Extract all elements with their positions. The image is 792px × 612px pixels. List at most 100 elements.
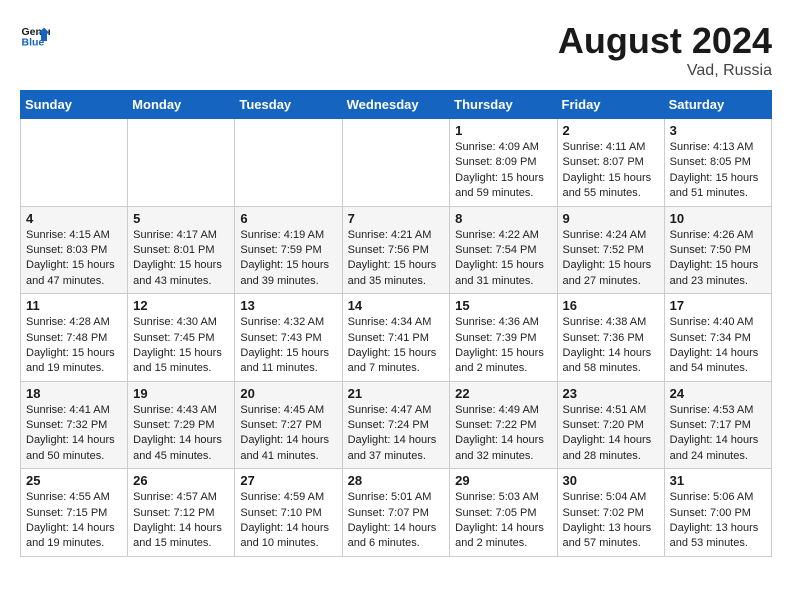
- day-of-week-header: Friday: [557, 91, 664, 119]
- day-info: Sunrise: 4:34 AM Sunset: 7:41 PM Dayligh…: [348, 315, 445, 377]
- day-info: Sunrise: 4:28 AM Sunset: 7:48 PM Dayligh…: [26, 315, 122, 377]
- day-info: Sunrise: 4:51 AM Sunset: 7:20 PM Dayligh…: [563, 403, 659, 465]
- day-info: Sunrise: 5:01 AM Sunset: 7:07 PM Dayligh…: [348, 490, 445, 552]
- calendar-cell: 6 Sunrise: 4:19 AM Sunset: 7:59 PM Daylig…: [235, 206, 342, 294]
- day-info: Sunrise: 5:03 AM Sunset: 7:05 PM Dayligh…: [455, 490, 551, 552]
- day-number: 10: [670, 211, 766, 226]
- calendar-cell: 12 Sunrise: 4:30 AM Sunset: 7:45 PM Dayli…: [128, 294, 235, 382]
- location-subtitle: Vad, Russia: [558, 62, 772, 80]
- day-info: Sunrise: 4:57 AM Sunset: 7:12 PM Dayligh…: [133, 490, 229, 552]
- day-number: 22: [455, 386, 551, 401]
- day-info: Sunrise: 4:15 AM Sunset: 8:03 PM Dayligh…: [26, 228, 122, 290]
- day-info: Sunrise: 4:13 AM Sunset: 8:05 PM Dayligh…: [670, 140, 766, 202]
- day-info: Sunrise: 4:47 AM Sunset: 7:24 PM Dayligh…: [348, 403, 445, 465]
- day-number: 25: [26, 473, 122, 488]
- day-number: 2: [563, 123, 659, 138]
- day-number: 4: [26, 211, 122, 226]
- day-number: 27: [240, 473, 336, 488]
- day-number: 14: [348, 298, 445, 313]
- day-number: 30: [563, 473, 659, 488]
- day-number: 16: [563, 298, 659, 313]
- day-of-week-header: Tuesday: [235, 91, 342, 119]
- calendar-header-row: SundayMondayTuesdayWednesdayThursdayFrid…: [21, 91, 772, 119]
- day-info: Sunrise: 4:32 AM Sunset: 7:43 PM Dayligh…: [240, 315, 336, 377]
- day-number: 24: [670, 386, 766, 401]
- svg-text:Blue: Blue: [22, 37, 45, 49]
- day-of-week-header: Sunday: [21, 91, 128, 119]
- calendar-cell: 3 Sunrise: 4:13 AM Sunset: 8:05 PM Daylig…: [664, 119, 771, 207]
- day-number: 26: [133, 473, 229, 488]
- day-of-week-header: Monday: [128, 91, 235, 119]
- day-number: 13: [240, 298, 336, 313]
- calendar-cell: 15 Sunrise: 4:36 AM Sunset: 7:39 PM Dayli…: [450, 294, 557, 382]
- logo: General Blue: [20, 20, 50, 50]
- calendar-week-row: 1Sunrise: 4:09 AM Sunset: 8:09 PM Daylig…: [21, 119, 772, 207]
- day-number: 12: [133, 298, 229, 313]
- day-number: 7: [348, 211, 445, 226]
- day-info: Sunrise: 4:43 AM Sunset: 7:29 PM Dayligh…: [133, 403, 229, 465]
- day-number: 23: [563, 386, 659, 401]
- calendar-cell: 9 Sunrise: 4:24 AM Sunset: 7:52 PM Daylig…: [557, 206, 664, 294]
- calendar-cell: 2 Sunrise: 4:11 AM Sunset: 8:07 PM Daylig…: [557, 119, 664, 207]
- day-number: 3: [670, 123, 766, 138]
- calendar-cell: 29 Sunrise: 5:03 AM Sunset: 7:05 PM Dayli…: [450, 469, 557, 557]
- day-info: Sunrise: 4:30 AM Sunset: 7:45 PM Dayligh…: [133, 315, 229, 377]
- calendar-cell: 27 Sunrise: 4:59 AM Sunset: 7:10 PM Dayli…: [235, 469, 342, 557]
- day-number: 8: [455, 211, 551, 226]
- day-info: Sunrise: 4:11 AM Sunset: 8:07 PM Dayligh…: [563, 140, 659, 202]
- calendar-cell: 23 Sunrise: 4:51 AM Sunset: 7:20 PM Dayli…: [557, 381, 664, 469]
- day-number: 9: [563, 211, 659, 226]
- day-info: Sunrise: 4:40 AM Sunset: 7:34 PM Dayligh…: [670, 315, 766, 377]
- day-number: 11: [26, 298, 122, 313]
- calendar-week-row: 11 Sunrise: 4:28 AM Sunset: 7:48 PM Dayli…: [21, 294, 772, 382]
- day-number: 29: [455, 473, 551, 488]
- calendar-cell: [128, 119, 235, 207]
- day-info: Sunrise: 4:55 AM Sunset: 7:15 PM Dayligh…: [26, 490, 122, 552]
- calendar-cell: 17Sunrise: 4:40 AM Sunset: 7:34 PM Dayli…: [664, 294, 771, 382]
- calendar-cell: 18Sunrise: 4:41 AM Sunset: 7:32 PM Dayli…: [21, 381, 128, 469]
- day-info: Sunrise: 5:04 AM Sunset: 7:02 PM Dayligh…: [563, 490, 659, 552]
- day-info: Sunrise: 4:45 AM Sunset: 7:27 PM Dayligh…: [240, 403, 336, 465]
- day-number: 1: [455, 123, 551, 138]
- day-number: 15: [455, 298, 551, 313]
- calendar-cell: 7Sunrise: 4:21 AM Sunset: 7:56 PM Daylig…: [342, 206, 450, 294]
- calendar-cell: 5Sunrise: 4:17 AM Sunset: 8:01 PM Daylig…: [128, 206, 235, 294]
- calendar-cell: 13 Sunrise: 4:32 AM Sunset: 7:43 PM Dayli…: [235, 294, 342, 382]
- calendar-cell: [21, 119, 128, 207]
- day-number: 5: [133, 211, 229, 226]
- calendar-cell: 21 Sunrise: 4:47 AM Sunset: 7:24 PM Dayli…: [342, 381, 450, 469]
- calendar-cell: 24 Sunrise: 4:53 AM Sunset: 7:17 PM Dayli…: [664, 381, 771, 469]
- calendar-cell: 4 Sunrise: 4:15 AM Sunset: 8:03 PM Daylig…: [21, 206, 128, 294]
- calendar-cell: 16Sunrise: 4:38 AM Sunset: 7:36 PM Dayli…: [557, 294, 664, 382]
- calendar-week-row: 4 Sunrise: 4:15 AM Sunset: 8:03 PM Daylig…: [21, 206, 772, 294]
- calendar-cell: 31Sunrise: 5:06 AM Sunset: 7:00 PM Dayli…: [664, 469, 771, 557]
- calendar-cell: 14 Sunrise: 4:34 AM Sunset: 7:41 PM Dayli…: [342, 294, 450, 382]
- day-info: Sunrise: 4:26 AM Sunset: 7:50 PM Dayligh…: [670, 228, 766, 290]
- day-number: 21: [348, 386, 445, 401]
- day-info: Sunrise: 4:19 AM Sunset: 7:59 PM Dayligh…: [240, 228, 336, 290]
- calendar-cell: 26 Sunrise: 4:57 AM Sunset: 7:12 PM Dayli…: [128, 469, 235, 557]
- day-info: Sunrise: 4:59 AM Sunset: 7:10 PM Dayligh…: [240, 490, 336, 552]
- day-number: 6: [240, 211, 336, 226]
- calendar-cell: 8 Sunrise: 4:22 AM Sunset: 7:54 PM Daylig…: [450, 206, 557, 294]
- calendar-cell: 10 Sunrise: 4:26 AM Sunset: 7:50 PM Dayli…: [664, 206, 771, 294]
- calendar-cell: 22Sunrise: 4:49 AM Sunset: 7:22 PM Dayli…: [450, 381, 557, 469]
- page-header: General Blue August 2024 Vad, Russia: [20, 20, 772, 80]
- calendar-cell: [235, 119, 342, 207]
- day-info: Sunrise: 4:22 AM Sunset: 7:54 PM Dayligh…: [455, 228, 551, 290]
- calendar-cell: [342, 119, 450, 207]
- calendar-cell: 19Sunrise: 4:43 AM Sunset: 7:29 PM Dayli…: [128, 381, 235, 469]
- calendar-week-row: 18Sunrise: 4:41 AM Sunset: 7:32 PM Dayli…: [21, 381, 772, 469]
- day-info: Sunrise: 5:06 AM Sunset: 7:00 PM Dayligh…: [670, 490, 766, 552]
- day-info: Sunrise: 4:36 AM Sunset: 7:39 PM Dayligh…: [455, 315, 551, 377]
- calendar-cell: 20 Sunrise: 4:45 AM Sunset: 7:27 PM Dayli…: [235, 381, 342, 469]
- title-block: August 2024 Vad, Russia: [558, 20, 772, 80]
- calendar-table: SundayMondayTuesdayWednesdayThursdayFrid…: [20, 90, 772, 557]
- day-info: Sunrise: 4:24 AM Sunset: 7:52 PM Dayligh…: [563, 228, 659, 290]
- day-info: Sunrise: 4:53 AM Sunset: 7:17 PM Dayligh…: [670, 403, 766, 465]
- calendar-cell: 25 Sunrise: 4:55 AM Sunset: 7:15 PM Dayli…: [21, 469, 128, 557]
- day-of-week-header: Wednesday: [342, 91, 450, 119]
- day-number: 20: [240, 386, 336, 401]
- calendar-cell: 30 Sunrise: 5:04 AM Sunset: 7:02 PM Dayli…: [557, 469, 664, 557]
- day-number: 18: [26, 386, 122, 401]
